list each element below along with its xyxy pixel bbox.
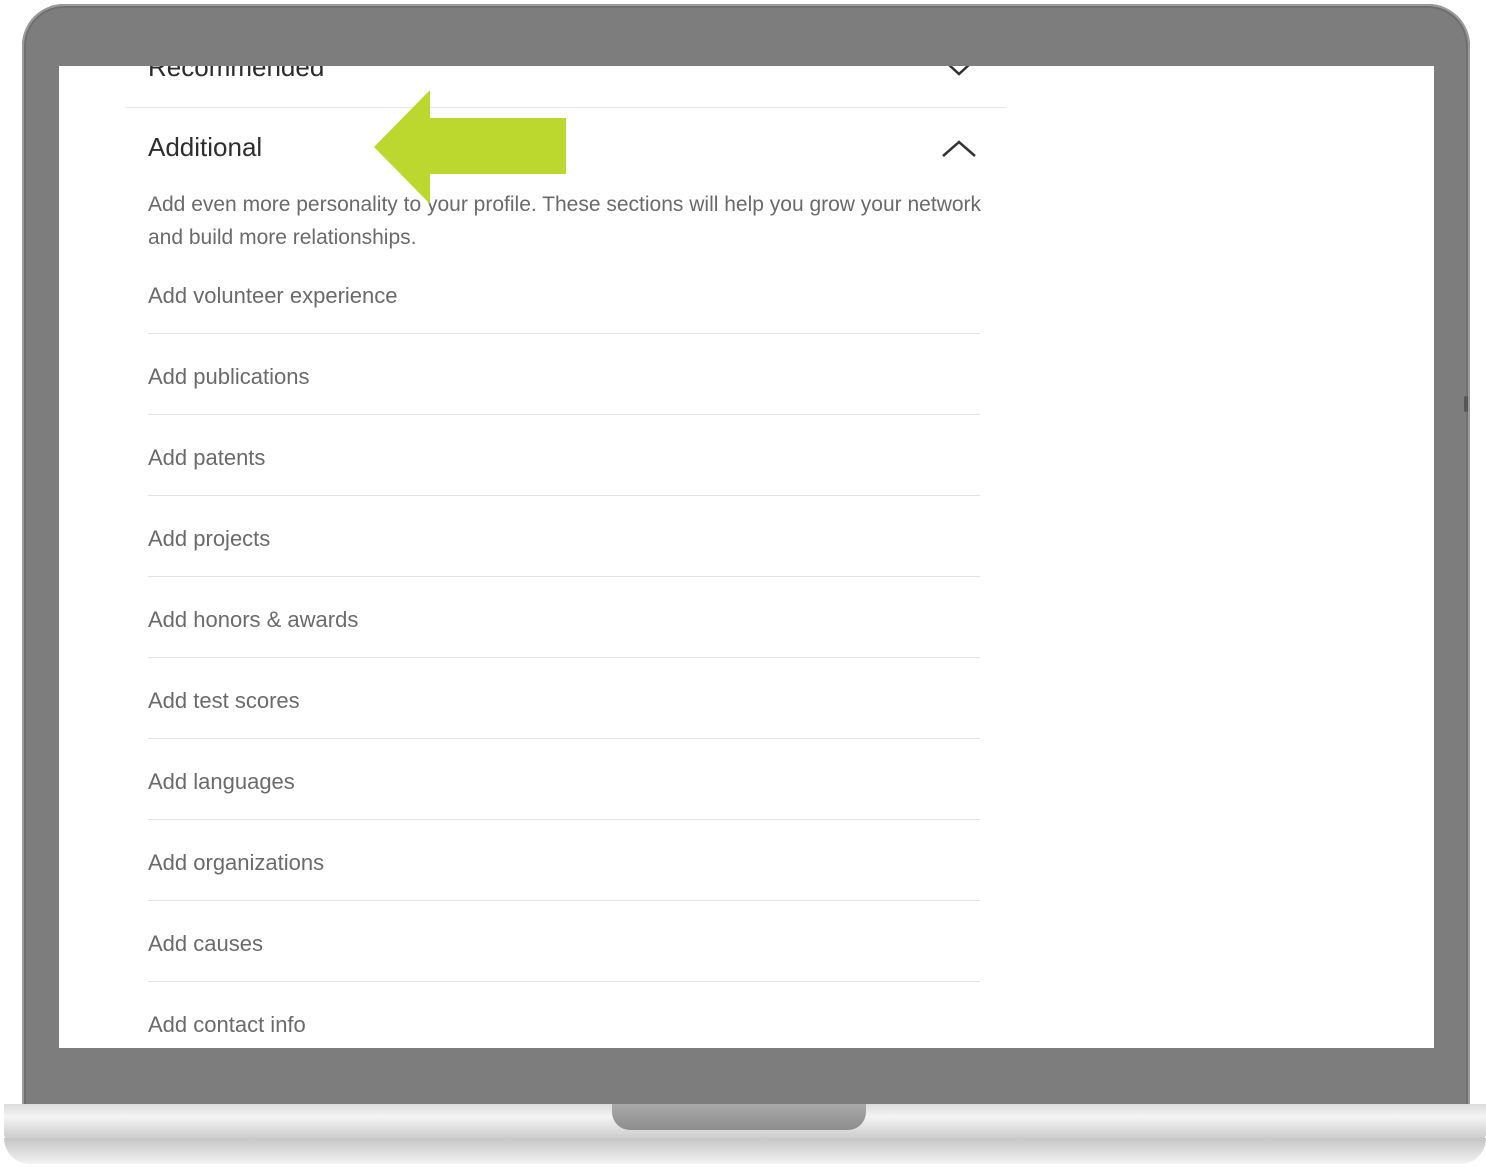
additional-items-list: Add volunteer experience Add publication…	[148, 253, 980, 1048]
list-item-label: Add volunteer experience	[148, 283, 398, 308]
add-patents-item[interactable]: Add patents	[148, 415, 980, 496]
list-item-label: Add test scores	[148, 688, 300, 713]
arrow-left-icon	[374, 90, 566, 204]
list-item-label: Add publications	[148, 364, 310, 389]
laptop-side-button	[1464, 396, 1468, 412]
chevron-down-icon	[948, 66, 970, 76]
additional-section-title: Additional	[148, 132, 263, 162]
add-contact-info-item[interactable]: Add contact info	[148, 982, 980, 1048]
additional-section-description: Add even more personality to your profil…	[148, 193, 982, 249]
add-test-scores-item[interactable]: Add test scores	[148, 658, 980, 739]
add-languages-item[interactable]: Add languages	[148, 739, 980, 820]
laptop-screen: Recommended Additional Add even more per…	[59, 66, 1434, 1048]
add-volunteer-experience-item[interactable]: Add volunteer experience	[148, 253, 980, 334]
chevron-up-icon[interactable]	[940, 137, 978, 159]
add-causes-item[interactable]: Add causes	[148, 901, 980, 982]
list-item-label: Add patents	[148, 445, 266, 470]
add-organizations-item[interactable]: Add organizations	[148, 820, 980, 901]
add-projects-item[interactable]: Add projects	[148, 496, 980, 577]
list-item-label: Add projects	[148, 526, 271, 551]
add-profile-section-panel: Recommended Additional Add even more per…	[125, 66, 1006, 1048]
laptop-base-edge	[4, 1138, 1486, 1164]
list-item-label: Add honors & awards	[148, 607, 359, 632]
laptop-trackpad-notch	[612, 1104, 866, 1130]
add-honors-awards-item[interactable]: Add honors & awards	[148, 577, 980, 658]
list-item-label: Add languages	[148, 769, 295, 794]
list-item-label: Add causes	[148, 931, 263, 956]
list-item-label: Add contact info	[148, 1012, 306, 1037]
list-item-label: Add organizations	[148, 850, 325, 875]
add-publications-item[interactable]: Add publications	[148, 334, 980, 415]
recommended-section-title: Recommended	[148, 66, 325, 82]
